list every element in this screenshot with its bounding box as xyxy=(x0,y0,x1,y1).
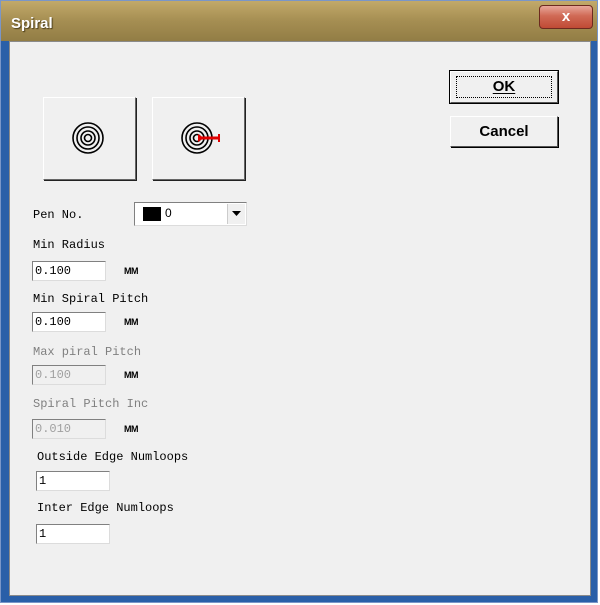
pen-color-swatch xyxy=(143,207,161,221)
spiral-inward-button[interactable] xyxy=(43,97,136,180)
outside-edge-numloops-input[interactable]: 1 xyxy=(36,471,110,491)
outside-edge-numloops-label: Outside Edge Numloops xyxy=(37,450,189,464)
spiral-pitch-inc-label: Spiral Pitch Inc xyxy=(33,397,149,411)
concentric-circles-icon xyxy=(72,122,104,154)
spiral-pitch-inc-input: 0.010 xyxy=(32,419,106,439)
chevron-down-icon xyxy=(232,211,241,216)
title-bar[interactable]: Spiral x xyxy=(1,1,597,41)
pen-no-select[interactable]: 0 xyxy=(134,202,247,226)
min-radius-unit: MM xyxy=(124,266,139,276)
min-radius-input[interactable]: 0.100 xyxy=(32,261,106,281)
dropdown-button[interactable] xyxy=(227,204,245,224)
window-title: Spiral xyxy=(11,15,53,32)
close-icon: x xyxy=(561,8,571,25)
cancel-label: Cancel xyxy=(479,123,529,140)
concentric-circles-arrow-icon xyxy=(181,122,220,154)
pen-no-value: 0 xyxy=(165,206,172,220)
max-spiral-pitch-input: 0.100 xyxy=(32,365,106,385)
focus-rect xyxy=(456,76,552,98)
max-spiral-pitch-label: Max piral Pitch xyxy=(33,345,142,359)
ok-button[interactable]: OK xyxy=(449,70,559,104)
min-radius-label: Min Radius xyxy=(33,238,106,252)
close-button[interactable]: x xyxy=(539,5,593,29)
min-spiral-pitch-input[interactable]: 0.100 xyxy=(32,312,106,332)
spiral-pitch-inc-unit: MM xyxy=(124,424,139,434)
min-spiral-pitch-label: Min Spiral Pitch xyxy=(33,292,149,306)
min-spiral-pitch-unit: MM xyxy=(124,317,139,327)
inter-edge-numloops-label: Inter Edge Numloops xyxy=(37,501,174,515)
max-spiral-pitch-unit: MM xyxy=(124,370,139,380)
spiral-dialog: Spiral x OK Cancel Pen No. 0 Min Radius … xyxy=(0,0,598,603)
cancel-button[interactable]: Cancel xyxy=(450,116,558,147)
pen-no-label: Pen No. xyxy=(33,208,84,222)
spiral-outward-button[interactable] xyxy=(152,97,245,180)
inter-edge-numloops-input[interactable]: 1 xyxy=(36,524,110,544)
dialog-body: OK Cancel Pen No. 0 Min Radius 0.100 MM … xyxy=(9,41,591,596)
